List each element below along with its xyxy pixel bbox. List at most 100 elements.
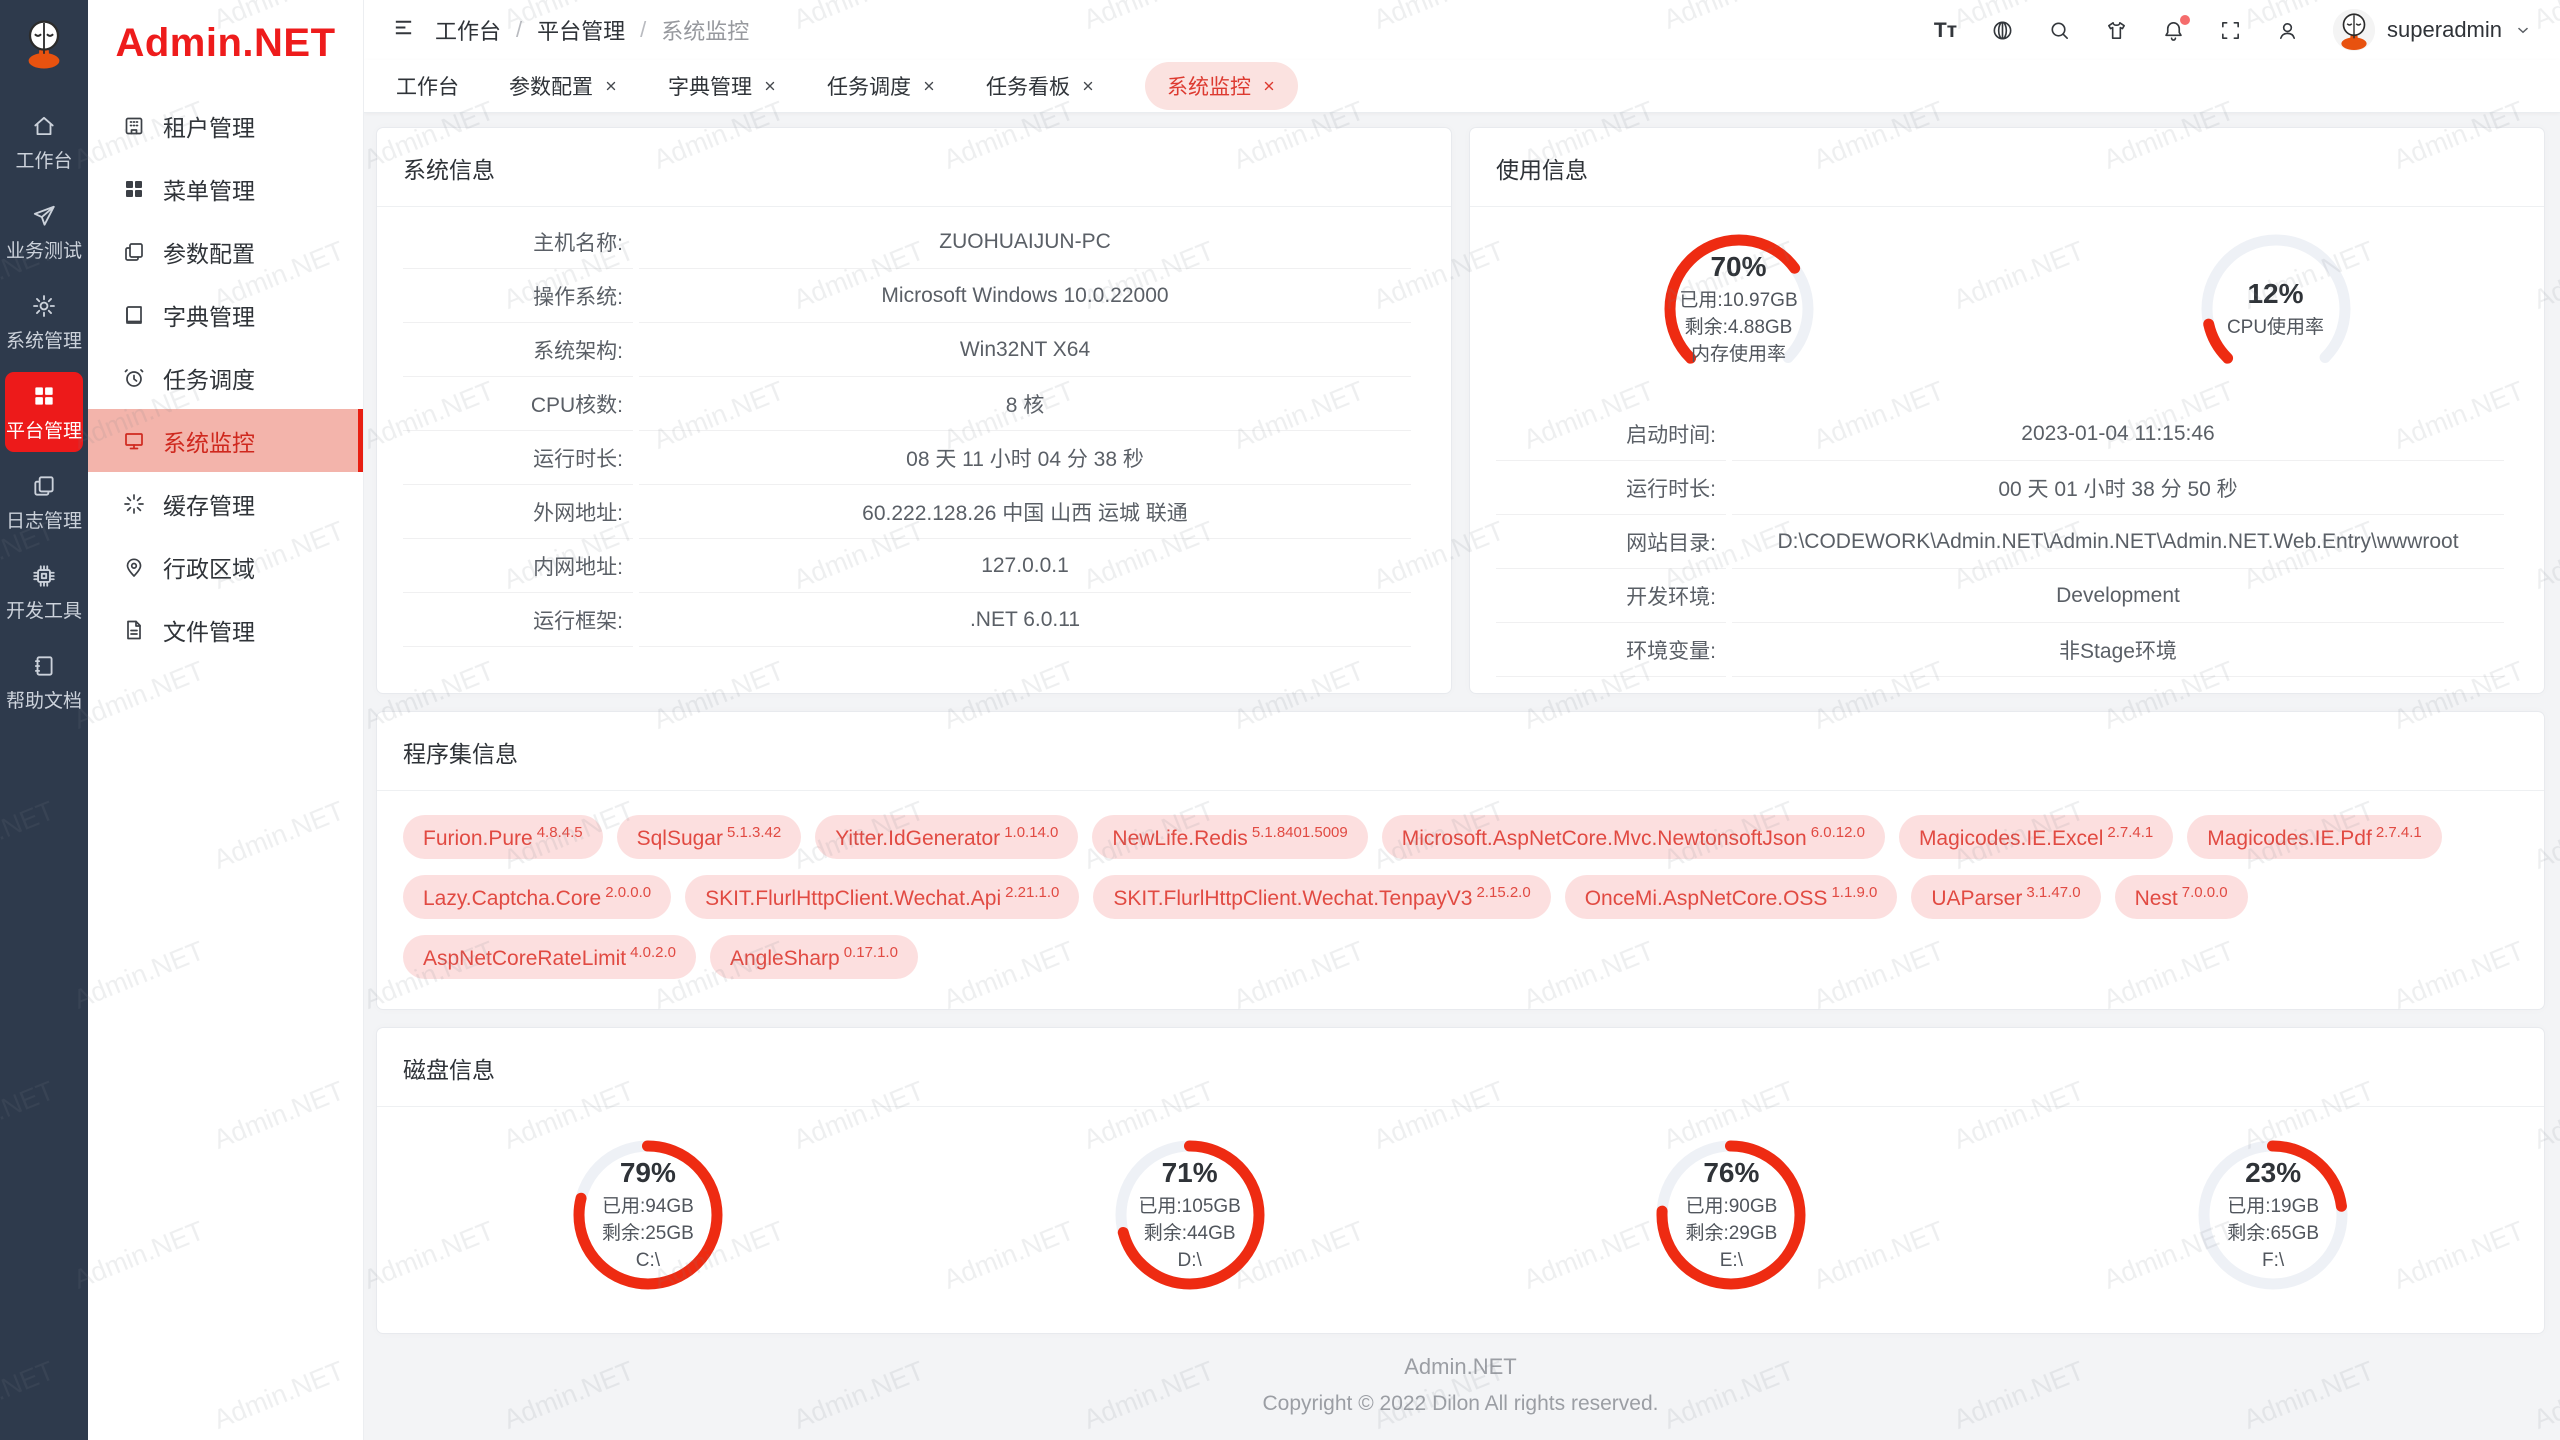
gauge-line: 剩余:25GB: [602, 1220, 694, 1247]
rail-item-dev-tools[interactable]: 开发工具: [5, 552, 83, 632]
close-icon[interactable]: [604, 79, 618, 93]
pin-icon: [122, 555, 146, 579]
info-value: 127.0.0.1: [639, 539, 1411, 593]
footer-copyright: Copyright © 2022 Dilon All rights reserv…: [376, 1392, 2545, 1416]
rail-item-log-manage[interactable]: 日志管理: [5, 462, 83, 542]
close-icon[interactable]: [1081, 79, 1095, 93]
home-icon: [31, 113, 57, 139]
tab-label: 参数配置: [509, 71, 593, 101]
info-value: .NET 6.0.11: [639, 593, 1411, 647]
tab-dict-manage[interactable]: 字典管理: [668, 71, 777, 101]
gauge-line: 剩余:4.88GB: [1685, 314, 1793, 341]
book-icon: [122, 303, 146, 327]
header-language-button[interactable]: [1991, 19, 2014, 42]
primary-rail: 工作台业务测试系统管理平台管理日志管理开发工具帮助文档: [0, 0, 88, 1440]
info-row: 系统架构:Win32NT X64: [403, 323, 1411, 377]
close-icon[interactable]: [1262, 79, 1276, 93]
logo-mascot[interactable]: [0, 0, 88, 88]
sidebar-menu: 租户管理菜单管理参数配置字典管理任务调度系统监控缓存管理行政区域文件管理: [88, 86, 363, 661]
info-label: 操作系统:: [403, 269, 633, 323]
send-icon: [31, 203, 57, 229]
breadcrumb-item[interactable]: 工作台: [435, 14, 501, 46]
assembly-tag: Magicodes.IE.Excel2.7.4.1: [1899, 815, 2173, 859]
gauge-text: 12% CPU使用率: [2198, 231, 2354, 387]
rail-item-business-test[interactable]: 业务测试: [5, 192, 83, 272]
panel-disks: 磁盘信息 79% 已用:94GB剩余:25GBC:\ 71% 已用:105GB剩…: [376, 1027, 2545, 1334]
cpu-icon: [31, 563, 57, 589]
close-icon[interactable]: [922, 79, 936, 93]
assembly-tag: OnceMi.AspNetCore.OSS1.1.9.0: [1565, 875, 1898, 919]
tab-param-config[interactable]: 参数配置: [509, 71, 618, 101]
assembly-tag: UAParser3.1.47.0: [1911, 875, 2100, 919]
breadcrumb-item[interactable]: 平台管理: [537, 14, 625, 46]
header-notification-button[interactable]: [2162, 19, 2185, 42]
info-label: 环境变量:: [1496, 623, 1726, 677]
sidebar-item-file[interactable]: 文件管理: [88, 598, 363, 661]
info-label: 内网地址:: [403, 539, 633, 593]
sidebar-item-tenant[interactable]: 租户管理: [88, 94, 363, 157]
tab-task-schedule[interactable]: 任务调度: [827, 71, 936, 101]
rail-item-platform-manage[interactable]: 平台管理: [5, 372, 83, 452]
sidebar-item-label: 任务调度: [163, 361, 255, 395]
tab-task-board[interactable]: 任务看板: [986, 71, 1095, 101]
rail-item-help-docs[interactable]: 帮助文档: [5, 642, 83, 722]
footer-brand: Admin.NET: [376, 1354, 2545, 1380]
sidebar-item-label: 租户管理: [163, 109, 255, 143]
rail-menu: 工作台业务测试系统管理平台管理日志管理开发工具帮助文档: [0, 88, 88, 722]
header-profile-button[interactable]: [2276, 19, 2299, 42]
header-theme-button[interactable]: [2105, 19, 2128, 42]
disk-gauge: 71% 已用:105GB剩余:44GBD:\: [1112, 1137, 1268, 1293]
info-value: 00 天 01 小时 38 分 50 秒: [1732, 461, 2504, 515]
sidebar-item-dict[interactable]: 字典管理: [88, 283, 363, 346]
topbar-actions: Tт superadmin: [1934, 9, 2532, 51]
header-font-size-button[interactable]: Tт: [1934, 20, 1957, 41]
usage-gauges: 70% 已用:10.97GB剩余:4.88GB内存使用率 12% CPU使用率: [1470, 207, 2544, 399]
footer: Admin.NET Copyright © 2022 Dilon All rig…: [376, 1334, 2545, 1440]
info-label: 运行时长:: [403, 431, 633, 485]
collapse-sidebar-button[interactable]: [392, 16, 415, 44]
gauge-percent: 12%: [2247, 278, 2303, 310]
assembly-version: 5.1.8401.5009: [1252, 824, 1348, 841]
tab-label: 工作台: [396, 71, 459, 101]
sidebar-item-menu[interactable]: 菜单管理: [88, 157, 363, 220]
info-label: 主机名称:: [403, 215, 633, 269]
breadcrumb-item: 系统监控: [661, 14, 749, 46]
usage-gauge: 70% 已用:10.97GB剩余:4.88GB内存使用率: [1661, 231, 1817, 387]
rail-item-workbench[interactable]: 工作台: [5, 102, 83, 182]
close-icon[interactable]: [763, 79, 777, 93]
info-label: CPU核数:: [403, 377, 633, 431]
header-fullscreen-button[interactable]: [2219, 19, 2242, 42]
rail-item-label: 日志管理: [6, 506, 82, 533]
gauge-line: 已用:19GB: [2227, 1193, 2319, 1220]
globe-icon: [1991, 19, 2014, 42]
user-menu[interactable]: superadmin: [2333, 9, 2532, 51]
tab-workbench[interactable]: 工作台: [396, 71, 459, 101]
sidebar-item-param[interactable]: 参数配置: [88, 220, 363, 283]
assembly-version: 3.1.47.0: [2026, 884, 2080, 901]
panel-title: 磁盘信息: [377, 1028, 2544, 1107]
sidebar-item-cache[interactable]: 缓存管理: [88, 472, 363, 535]
sidebar-item-monitor[interactable]: 系统监控: [88, 409, 363, 472]
tab-label: 任务调度: [827, 71, 911, 101]
search-icon: [2048, 19, 2071, 42]
assembly-tag: SqlSugar5.1.3.42: [617, 815, 802, 859]
building-icon: [122, 114, 146, 138]
header-search-button[interactable]: [2048, 19, 2071, 42]
info-row: 主机名称:ZUOHUAIJUN-PC: [403, 215, 1411, 269]
sidebar-item-label: 文件管理: [163, 613, 255, 647]
disk-gauge: 76% 已用:90GB剩余:29GBE:\: [1653, 1137, 1809, 1293]
assembly-version: 2.0.0.0: [605, 884, 651, 901]
panel-title: 系统信息: [377, 128, 1451, 207]
assembly-version: 4.0.2.0: [630, 944, 676, 961]
hamburger-icon: [392, 16, 415, 39]
tab-system-monitor[interactable]: 系统监控: [1145, 62, 1298, 110]
gauge-line: C:\: [636, 1247, 660, 1274]
panel-title: 使用信息: [1470, 128, 2544, 207]
sidebar-item-region[interactable]: 行政区域: [88, 535, 363, 598]
assembly-version: 4.8.4.5: [537, 824, 583, 841]
sidebar-item-schedule[interactable]: 任务调度: [88, 346, 363, 409]
panel-system-info: 系统信息 主机名称:ZUOHUAIJUN-PC操作系统:Microsoft Wi…: [376, 127, 1452, 694]
assembly-version: 2.15.2.0: [1476, 884, 1530, 901]
info-value: Development: [1732, 569, 2504, 623]
rail-item-system-manage[interactable]: 系统管理: [5, 282, 83, 362]
